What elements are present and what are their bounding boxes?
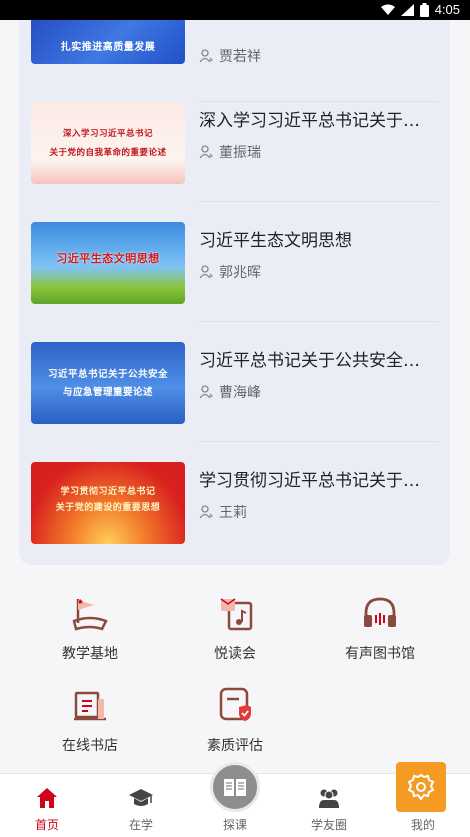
article-author: 曹海峰 (199, 382, 261, 402)
feature-audio-library[interactable]: 有声图书馆 (302, 593, 458, 663)
feature-teaching-base[interactable]: 教学基地 (12, 593, 168, 663)
signal-icon (400, 3, 414, 16)
tab-study-friends[interactable]: 学友圈 (282, 774, 376, 837)
user-icon (199, 265, 213, 279)
article-author: 王莉 (199, 502, 247, 522)
list-item[interactable]: 学习贯彻习近平总书记 关于党的建设的重要思想 学习贯彻习近平总书记关于… 王莉 (31, 442, 438, 562)
tab-home[interactable]: 首页 (0, 774, 94, 837)
reading-club-icon (220, 598, 253, 631)
feature-online-bookstore[interactable]: 在线书店 (12, 685, 168, 755)
feature-label: 在线书店 (62, 738, 118, 754)
feature-label: 教学基地 (62, 646, 118, 662)
thumbnail-text: 习近平总书记关于公共安全 (47, 369, 168, 380)
tab-label: 我的 (410, 818, 435, 832)
article-title[interactable]: 深入学习习近平总书记关于… (199, 106, 434, 131)
tab-label: 探课 (222, 818, 247, 832)
book-icon (224, 779, 246, 796)
bookstore-icon (74, 691, 106, 721)
feature-label: 有声图书馆 (345, 646, 415, 662)
thumbnail-text: 关于党的自我革命的重要论述 (49, 148, 167, 158)
article-thumbnail: 深入学习习近平总书记 关于党的自我革命的重要论述 (31, 102, 185, 184)
article-title[interactable]: 习近平总书记关于公共安全… (199, 346, 434, 371)
flag-map-icon (72, 599, 108, 631)
article-thumbnail: 扎实推进高质量发展 (31, 20, 185, 64)
feature-quality-assessment[interactable]: 素质评估 (157, 685, 313, 755)
wifi-icon (380, 4, 395, 15)
list-item[interactable]: 深入学习习近平总书记 关于党的自我革命的重要论述 深入学习习近平总书记关于… 董… (31, 82, 438, 202)
status-time: 4:05 (434, 2, 460, 17)
article-thumbnail: 习近平生态文明思想 (31, 222, 185, 304)
thumbnail-text: 与应急管理重要论述 (62, 387, 153, 398)
user-icon (199, 145, 213, 159)
settings-icon (407, 773, 435, 801)
thumbnail-text: 关于党的建设的重要思想 (55, 503, 161, 513)
home-icon (37, 788, 57, 808)
article-thumbnail: 习近平总书记关于公共安全 与应急管理重要论述 (31, 342, 185, 424)
list-item[interactable]: 习近平生态文明思想 习近平生态文明思想 郭兆晖 (31, 202, 438, 322)
feature-label: 悦读会 (214, 646, 256, 662)
user-icon (199, 505, 213, 519)
tab-studying[interactable]: 在学 (94, 774, 188, 837)
people-icon (319, 789, 339, 808)
article-author: 董振瑞 (199, 142, 261, 162)
thumbnail-text: 深入学习习近平总书记 (62, 129, 153, 139)
user-icon (199, 49, 213, 63)
feature-grid: 教学基地 悦读会 有声图书馆 在线书店 素质评估 (0, 585, 470, 765)
article-list: 扎实推进高质量发展 贾若祥 深入学习习近平总书记 关于党的自我革命的重要论述 深… (19, 20, 450, 565)
article-thumbnail: 学习贯彻习近平总书记 关于党的建设的重要思想 (31, 462, 185, 544)
user-icon (199, 385, 213, 399)
shield-evaluation-icon (219, 687, 251, 721)
battery-icon (419, 2, 429, 17)
center-tab-bubble (210, 762, 260, 812)
feature-label: 素质评估 (207, 738, 263, 754)
tab-label: 首页 (34, 818, 59, 832)
list-item[interactable]: 习近平总书记关于公共安全 与应急管理重要论述 习近平总书记关于公共安全… 曹海峰 (31, 322, 438, 442)
feature-reading-club[interactable]: 悦读会 (157, 593, 313, 663)
article-author: 贾若祥 (199, 46, 261, 66)
thumbnail-text: 习近平生态文明思想 (56, 252, 160, 265)
article-title[interactable]: 学习贯彻习近平总书记关于… (199, 466, 434, 491)
graduation-cap-icon (129, 789, 153, 806)
thumbnail-text: 学习贯彻习近平总书记 (60, 487, 156, 497)
article-author: 郭兆晖 (199, 262, 261, 282)
thumbnail-text: 扎实推进高质量发展 (60, 42, 156, 53)
tab-label: 学友圈 (310, 818, 347, 832)
headphones-icon (364, 597, 396, 627)
floating-settings-button[interactable] (396, 762, 446, 812)
tab-explore-courses[interactable]: 探课 (188, 762, 282, 837)
status-bar: 4:05 (0, 0, 470, 20)
tab-label: 在学 (128, 818, 153, 832)
article-title[interactable]: 习近平生态文明思想 (199, 226, 434, 251)
